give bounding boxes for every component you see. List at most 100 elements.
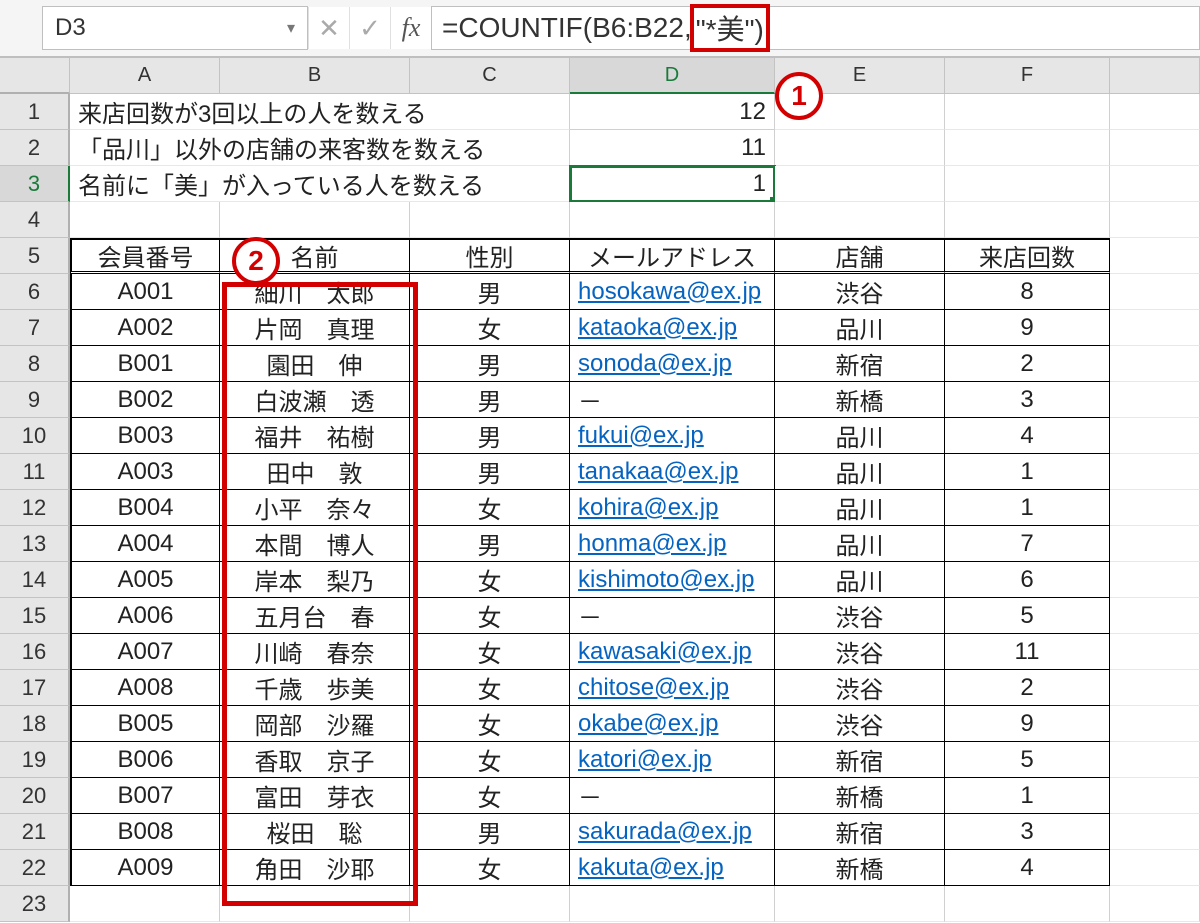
cell-G2[interactable] bbox=[1110, 130, 1200, 166]
cell-r4-0[interactable] bbox=[70, 202, 220, 238]
table-row[interactable]: A004 bbox=[70, 526, 220, 562]
cell-count[interactable]: 4 bbox=[945, 418, 1110, 454]
mail-link[interactable]: honma@ex.jp bbox=[578, 530, 726, 558]
cell-count[interactable]: 3 bbox=[945, 382, 1110, 418]
row-header-2[interactable]: 2 bbox=[0, 130, 70, 166]
desc-row-2[interactable]: 「品川」以外の店舗の来客数を数える bbox=[70, 130, 570, 166]
col-header-G[interactable] bbox=[1110, 58, 1200, 94]
col-header-B[interactable]: B bbox=[220, 58, 410, 94]
table-row[interactable]: B002 bbox=[70, 382, 220, 418]
table-row[interactable]: A007 bbox=[70, 634, 220, 670]
cell-F2[interactable] bbox=[945, 130, 1110, 166]
cell-mail[interactable]: kishimoto@ex.jp bbox=[570, 562, 775, 598]
enter-formula-button[interactable]: ✓ bbox=[349, 7, 390, 49]
cell-sex[interactable]: 女 bbox=[410, 850, 570, 886]
row-header-17[interactable]: 17 bbox=[0, 670, 70, 706]
row-header-14[interactable]: 14 bbox=[0, 562, 70, 598]
cell-mail[interactable]: kohira@ex.jp bbox=[570, 490, 775, 526]
cell-G7[interactable] bbox=[1110, 310, 1200, 346]
table-header-2[interactable]: 性別 bbox=[410, 238, 570, 274]
cell-G18[interactable] bbox=[1110, 706, 1200, 742]
row-header-15[interactable]: 15 bbox=[0, 598, 70, 634]
table-row[interactable]: A009 bbox=[70, 850, 220, 886]
cell-G21[interactable] bbox=[1110, 814, 1200, 850]
cell-count[interactable]: 9 bbox=[945, 706, 1110, 742]
row-header-22[interactable]: 22 bbox=[0, 850, 70, 886]
cell-name[interactable]: 岡部 沙羅 bbox=[220, 706, 410, 742]
desc-row-3[interactable]: 名前に「美」が入っている人を数える bbox=[70, 166, 570, 202]
row-header-3[interactable]: 3 bbox=[0, 166, 70, 202]
mail-link[interactable]: fukui@ex.jp bbox=[578, 422, 704, 450]
cell-sex[interactable]: 女 bbox=[410, 778, 570, 814]
mail-link[interactable]: tanakaa@ex.jp bbox=[578, 458, 738, 486]
table-row[interactable]: A008 bbox=[70, 670, 220, 706]
cell-count[interactable]: 9 bbox=[945, 310, 1110, 346]
row-header-8[interactable]: 8 bbox=[0, 346, 70, 382]
cell-count[interactable]: 1 bbox=[945, 490, 1110, 526]
cell-G15[interactable] bbox=[1110, 598, 1200, 634]
cell-sex[interactable]: 男 bbox=[410, 346, 570, 382]
cell-name[interactable]: 小平 奈々 bbox=[220, 490, 410, 526]
row-header-18[interactable]: 18 bbox=[0, 706, 70, 742]
row-header-5[interactable]: 5 bbox=[0, 238, 70, 274]
cell-G8[interactable] bbox=[1110, 346, 1200, 382]
cell-E2[interactable] bbox=[775, 130, 945, 166]
cell-store[interactable]: 新宿 bbox=[775, 742, 945, 778]
cell-G14[interactable] bbox=[1110, 562, 1200, 598]
row-header-16[interactable]: 16 bbox=[0, 634, 70, 670]
cell-name[interactable]: 川崎 春奈 bbox=[220, 634, 410, 670]
cell-sex[interactable]: 女 bbox=[410, 310, 570, 346]
name-box[interactable]: D3 ▾ bbox=[42, 6, 308, 50]
cell-F1[interactable] bbox=[945, 94, 1110, 130]
cell-mail[interactable]: fukui@ex.jp bbox=[570, 418, 775, 454]
fx-button[interactable]: fx bbox=[390, 7, 431, 49]
cell-r23-1[interactable] bbox=[220, 886, 410, 922]
cell-D1[interactable]: 12 bbox=[570, 94, 775, 130]
cell-store[interactable]: 品川 bbox=[775, 562, 945, 598]
mail-link[interactable]: katori@ex.jp bbox=[578, 746, 712, 774]
table-row[interactable]: A001 bbox=[70, 274, 220, 310]
cell-count[interactable]: 7 bbox=[945, 526, 1110, 562]
row-header-21[interactable]: 21 bbox=[0, 814, 70, 850]
table-row[interactable]: B001 bbox=[70, 346, 220, 382]
row-header-10[interactable]: 10 bbox=[0, 418, 70, 454]
cell-G20[interactable] bbox=[1110, 778, 1200, 814]
table-row[interactable]: B007 bbox=[70, 778, 220, 814]
cell-D3[interactable]: 1 bbox=[570, 166, 775, 202]
spreadsheet-grid[interactable]: ABCDEF1来店回数が3回以上の人を数える122「品川」以外の店舗の来客数を数… bbox=[0, 58, 1200, 922]
cell-sex[interactable]: 男 bbox=[410, 274, 570, 310]
cell-mail[interactable]: honma@ex.jp bbox=[570, 526, 775, 562]
cell-store[interactable]: 渋谷 bbox=[775, 274, 945, 310]
table-header-3[interactable]: メールアドレス bbox=[570, 238, 775, 274]
row-header-7[interactable]: 7 bbox=[0, 310, 70, 346]
cell-mail[interactable]: kawasaki@ex.jp bbox=[570, 634, 775, 670]
cell-sex[interactable]: 女 bbox=[410, 562, 570, 598]
cell-store[interactable]: 品川 bbox=[775, 418, 945, 454]
table-header-0[interactable]: 会員番号 bbox=[70, 238, 220, 274]
cell-count[interactable]: 4 bbox=[945, 850, 1110, 886]
cell-sex[interactable]: 女 bbox=[410, 670, 570, 706]
mail-link[interactable]: kishimoto@ex.jp bbox=[578, 566, 754, 594]
cell-mail[interactable]: － bbox=[570, 598, 775, 634]
cell-G11[interactable] bbox=[1110, 454, 1200, 490]
cell-store[interactable]: 渋谷 bbox=[775, 634, 945, 670]
cell-mail[interactable]: kataoka@ex.jp bbox=[570, 310, 775, 346]
cell-G12[interactable] bbox=[1110, 490, 1200, 526]
cell-count[interactable]: 8 bbox=[945, 274, 1110, 310]
cell-count[interactable]: 2 bbox=[945, 346, 1110, 382]
cell-mail[interactable]: － bbox=[570, 778, 775, 814]
cell-mail[interactable]: kakuta@ex.jp bbox=[570, 850, 775, 886]
cell-sex[interactable]: 男 bbox=[410, 418, 570, 454]
cell-count[interactable]: 2 bbox=[945, 670, 1110, 706]
cell-name[interactable]: 本間 博人 bbox=[220, 526, 410, 562]
cell-store[interactable]: 新橋 bbox=[775, 778, 945, 814]
cell-name[interactable]: 園田 伸 bbox=[220, 346, 410, 382]
col-header-C[interactable]: C bbox=[410, 58, 570, 94]
mail-link[interactable]: okabe@ex.jp bbox=[578, 710, 718, 738]
cell-G19[interactable] bbox=[1110, 742, 1200, 778]
cell-count[interactable]: 5 bbox=[945, 598, 1110, 634]
row-header-6[interactable]: 6 bbox=[0, 274, 70, 310]
cell-r4-3[interactable] bbox=[570, 202, 775, 238]
cell-sex[interactable]: 女 bbox=[410, 634, 570, 670]
cell-count[interactable]: 3 bbox=[945, 814, 1110, 850]
